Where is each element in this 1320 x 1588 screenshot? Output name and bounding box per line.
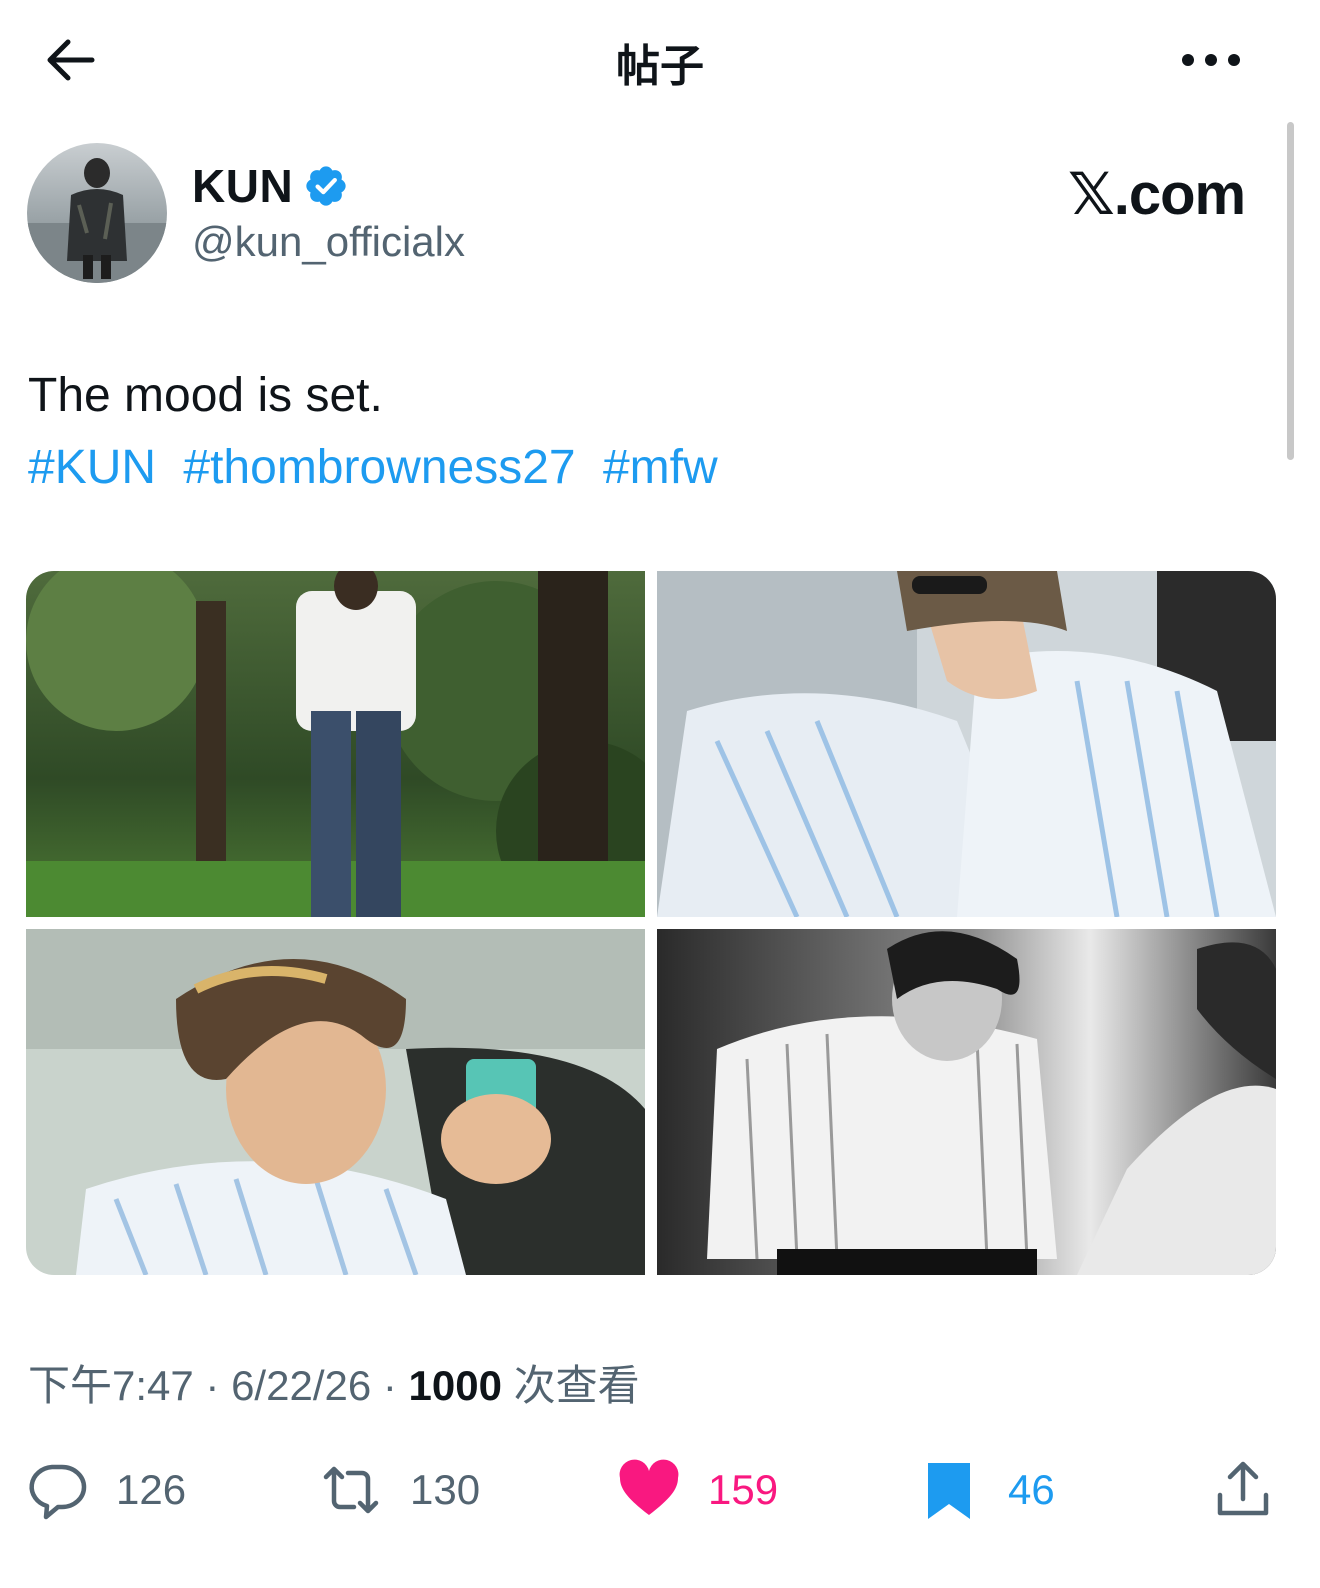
more-options-icon[interactable] (1178, 40, 1244, 80)
tweet-time[interactable]: 下午7:47 (28, 1362, 194, 1409)
share-button[interactable] (1212, 1458, 1274, 1522)
reply-count: 126 (116, 1466, 187, 1513)
bookmark-count: 46 (1008, 1466, 1055, 1513)
author-name-row[interactable]: KUN (192, 156, 349, 216)
x-logo: 𝕏.com (1068, 162, 1246, 227)
tweet-text: The mood is set. (28, 369, 383, 422)
photo-2[interactable] (657, 571, 1276, 917)
media-grid (26, 571, 1276, 1275)
like-count: 159 (708, 1466, 779, 1513)
photo-4[interactable] (657, 929, 1276, 1275)
heart-icon (619, 1459, 679, 1515)
photo-1[interactable] (26, 571, 645, 917)
share-icon (1217, 1461, 1269, 1516)
hashtag-link[interactable]: #mfw (603, 441, 718, 494)
action-bar: 126 130 159 46 (0, 1450, 1320, 1530)
repost-count: 130 (410, 1466, 481, 1513)
hashtag-list: #KUN #thombrowness27 #mfw (28, 438, 732, 498)
author-handle[interactable]: @kun_officialx (192, 218, 465, 266)
separator-dot: · (205, 1362, 232, 1409)
repost-button[interactable]: 130 (320, 1458, 480, 1522)
hashtag-link[interactable]: #thombrowness27 (183, 441, 575, 494)
views-label: 次查看 (513, 1362, 640, 1409)
top-bar: 帖子 (0, 0, 1320, 120)
tweet-date[interactable]: 6/22/26 (231, 1362, 371, 1409)
separator-dot: · (382, 1362, 409, 1409)
hashtag-link[interactable]: #KUN (28, 441, 156, 494)
reply-icon (29, 1464, 87, 1520)
avatar[interactable] (27, 143, 167, 283)
bookmark-icon (928, 1463, 970, 1519)
page-title: 帖子 (616, 42, 704, 91)
verified-badge-icon (306, 166, 346, 206)
photo-3[interactable] (26, 929, 645, 1275)
reply-button[interactable]: 126 (26, 1458, 186, 1522)
bookmark-button[interactable]: 46 (918, 1458, 1055, 1522)
author-name[interactable]: KUN (192, 159, 293, 213)
scrollbar[interactable] (1287, 122, 1294, 460)
tweet-meta: 下午7:47 · 6/22/26 · 1000 次查看 (28, 1352, 640, 1413)
repost-icon (323, 1466, 379, 1514)
like-button[interactable]: 159 (618, 1458, 778, 1522)
views-count: 1000 (408, 1362, 502, 1409)
